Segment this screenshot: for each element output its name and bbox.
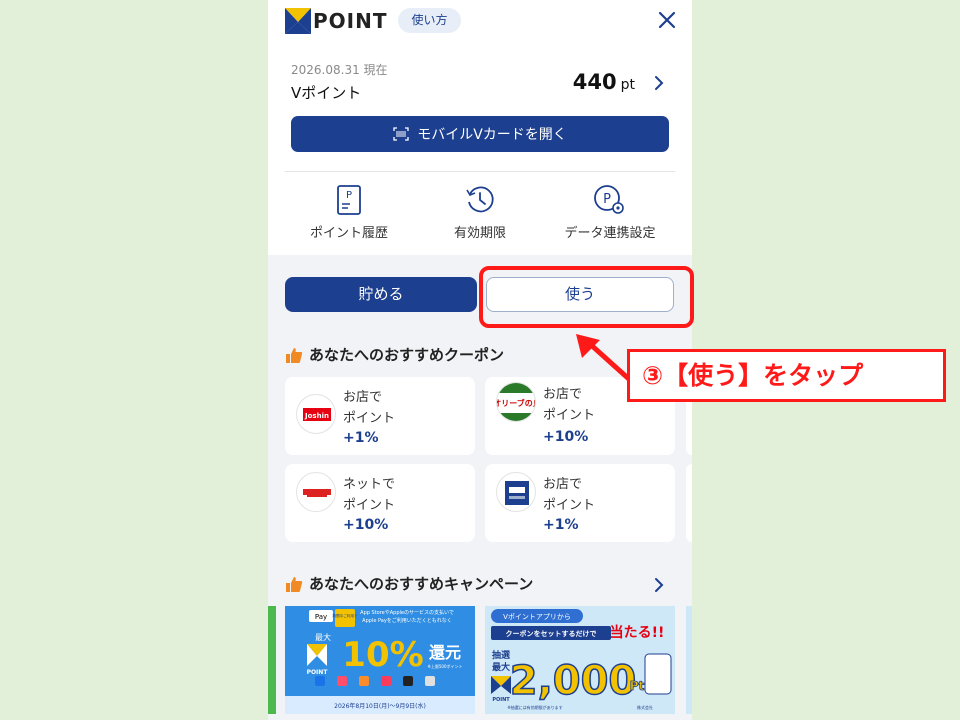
- coupon-line1: お店で: [343, 390, 383, 405]
- campaign-section-label: あなたへのおすすめキャンペーン: [309, 575, 534, 593]
- olive-no-oka-logo: オリーブの丘: [497, 383, 536, 421]
- campaign-section-title: あなたへのおすすめキャンペーン: [285, 573, 533, 594]
- tab-earn[interactable]: 貯める: [285, 277, 477, 312]
- campaign-banner-apple-pay[interactable]: Pay 期間中ご利用で App StoreやAppleのサービスの支払いで Ap…: [285, 606, 475, 714]
- coupon-line2: ポイント: [543, 498, 596, 513]
- svg-text:最大: 最大: [315, 632, 331, 642]
- coupon-card[interactable]: ネットでポイント +10%: [285, 464, 475, 542]
- svg-text:POINT: POINT: [492, 697, 510, 703]
- v-logo-mark: [285, 8, 311, 34]
- points-unit: pt: [620, 77, 635, 93]
- svg-text:2026年8月10日(月)～9月9日(水): 2026年8月10日(月)～9月9日(水): [334, 702, 426, 710]
- quick-action-point-history[interactable]: P ポイント履歴: [284, 184, 414, 241]
- apple-pay-banner-art: Pay 期間中ご利用で App StoreやAppleのサービスの支払いで Ap…: [285, 606, 475, 714]
- chevron-right-icon[interactable]: [652, 74, 666, 92]
- svg-text:10%: 10%: [342, 635, 423, 675]
- svg-text:Pay: Pay: [315, 613, 327, 621]
- store-logo: [496, 472, 536, 512]
- header: POINT 使い方: [268, 0, 692, 45]
- campaign-banner-coupon-lottery[interactable]: Vポイントアプリから クーポンをセットするだけで 当たる!! 抽選 最大 POI…: [485, 606, 675, 714]
- svg-text:Vポイントアプリから: Vポイントアプリから: [503, 613, 571, 621]
- store-logo: [296, 472, 336, 512]
- coupon-card[interactable]: Joshin お店でポイント +1%: [285, 377, 475, 455]
- coupon-lottery-banner-art: Vポイントアプリから クーポンをセットするだけで 当たる!! 抽選 最大 POI…: [485, 606, 675, 714]
- vpoint-logo: POINT: [285, 7, 387, 35]
- svg-text:※上限500ポイント: ※上限500ポイント: [428, 663, 463, 669]
- coupon-section-title: あなたへのおすすめクーポン: [285, 344, 504, 365]
- svg-text:還元: 還元: [429, 643, 461, 662]
- svg-text:App StoreやAppleのサービスの支払いで: App StoreやAppleのサービスの支払いで: [360, 609, 454, 616]
- svg-text:株式会社: 株式会社: [637, 704, 653, 710]
- quick-action-expiry[interactable]: 有効期限: [415, 184, 545, 241]
- coupon-card[interactable]: お店でポイント +1%: [485, 464, 675, 542]
- coupon-text: お店で ポイント: [543, 474, 595, 516]
- svg-text:P: P: [603, 192, 611, 207]
- quick-action-label: データ連携設定: [564, 226, 656, 241]
- coupon-line2: ポイント: [343, 498, 396, 513]
- store-logo-mark: [505, 481, 529, 505]
- barcode-icon: [393, 127, 409, 141]
- olive-logo-text: オリーブの丘: [497, 398, 536, 408]
- balance-label: Vポイント: [291, 84, 362, 102]
- coupon-rate: +1%: [543, 517, 579, 533]
- chevron-right-icon[interactable]: [652, 576, 666, 594]
- coupon-text: お店で ポイント: [343, 387, 395, 429]
- quick-action-data-link[interactable]: P データ連携設定: [545, 184, 675, 241]
- store-logo-mark: [303, 489, 331, 497]
- coupon-rate: +1%: [343, 430, 379, 446]
- clock-icon: [466, 186, 494, 213]
- svg-text:POINT: POINT: [307, 669, 329, 676]
- thumbs-up-icon: [286, 347, 303, 363]
- svg-text:クーポンをセットするだけで: クーポンをセットするだけで: [506, 629, 597, 638]
- coupon-line2: ポイント: [543, 408, 596, 423]
- store-logo: オリーブの丘: [496, 382, 536, 422]
- coupon-rate: +10%: [543, 429, 589, 445]
- svg-text:期間中ご利用で: 期間中ご利用で: [332, 613, 358, 618]
- balance-as-of: 2026.08.31 現在: [291, 63, 388, 77]
- balance-points[interactable]: 440 pt: [573, 70, 635, 94]
- logo-text: POINT: [313, 9, 388, 33]
- highlight-box: [479, 266, 694, 328]
- coupon-text: ネットで ポイント: [343, 474, 395, 516]
- data-link-settings-icon: P: [594, 185, 624, 214]
- svg-text:当たる!!: 当たる!!: [610, 624, 665, 641]
- svg-text:Pt: Pt: [630, 679, 645, 693]
- coupon-line2: ポイント: [343, 411, 396, 426]
- howto-button[interactable]: 使い方: [398, 8, 461, 33]
- joshin-logo-text: Joshin: [304, 412, 329, 420]
- thumbs-up-icon: [286, 576, 303, 592]
- coupon-section-label: あなたへのおすすめクーポン: [309, 346, 505, 364]
- coupon-rate: +10%: [343, 517, 389, 533]
- campaign-banner-partial[interactable]: [686, 606, 692, 714]
- svg-text:最大: 最大: [492, 661, 510, 673]
- divider: [285, 171, 675, 172]
- svg-text:抽選: 抽選: [492, 649, 511, 661]
- point-history-icon: P: [337, 185, 361, 215]
- quick-action-label: 有効期限: [453, 226, 506, 241]
- svg-text:Apple Payをご利用いただくともれなく: Apple Payをご利用いただくともれなく: [362, 617, 452, 624]
- quick-action-label: ポイント履歴: [309, 226, 388, 241]
- coupon-line1: お店で: [543, 477, 583, 492]
- coupon-card-partial[interactable]: [686, 464, 692, 542]
- svg-text:P: P: [346, 190, 352, 201]
- close-icon[interactable]: [656, 9, 678, 31]
- joshin-logo: Joshin: [303, 408, 331, 421]
- instruction-callout: ③【使う】をタップ: [627, 349, 946, 402]
- open-card-label: モバイルVカードを開く: [417, 127, 567, 143]
- svg-text:※抽選には有効期限があります: ※抽選には有効期限があります: [507, 704, 562, 710]
- coupon-text: お店で ポイント: [543, 384, 595, 426]
- coupon-line1: ネットで: [343, 477, 396, 492]
- campaign-banner-partial[interactable]: [268, 606, 276, 714]
- store-logo: Joshin: [296, 394, 336, 434]
- svg-text:2,000: 2,000: [510, 658, 637, 704]
- open-mobile-card-button[interactable]: モバイルVカードを開く: [291, 116, 669, 152]
- points-value: 440: [572, 70, 617, 94]
